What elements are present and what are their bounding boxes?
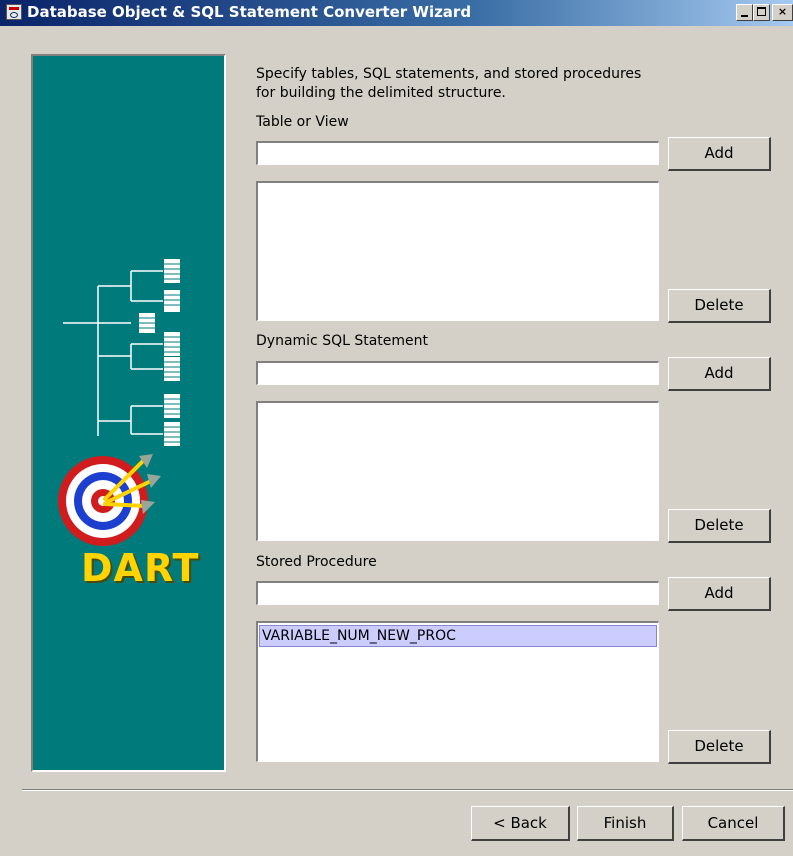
minimize-button[interactable] [736, 4, 753, 21]
title-bar[interactable]: Database Object & SQL Statement Converte… [0, 0, 793, 26]
instructions-text: Specify tables, SQL statements, and stor… [256, 65, 716, 103]
dynamic-sql-input[interactable] [256, 361, 659, 385]
dynamic-sql-label: Dynamic SQL Statement [256, 333, 429, 349]
sql-add-button[interactable]: Add [668, 357, 771, 391]
table-delete-button[interactable]: Delete [668, 289, 771, 323]
wizard-window: Database Object & SQL Statement Converte… [0, 0, 793, 856]
proc-list[interactable]: VARIABLE_NUM_NEW_PROC [256, 621, 659, 762]
table-or-view-label: Table or View [256, 114, 349, 130]
instructions-line-1: Specify tables, SQL statements, and stor… [256, 66, 642, 82]
back-button[interactable]: < Back [471, 806, 570, 841]
window-title: Database Object & SQL Statement Converte… [27, 3, 472, 21]
stored-procedure-input[interactable] [256, 581, 659, 605]
stored-procedure-label: Stored Procedure [256, 554, 377, 570]
maximize-icon [757, 7, 766, 16]
maximize-button[interactable] [753, 4, 770, 21]
dart-logo: DART [81, 546, 200, 590]
finish-button[interactable]: Finish [577, 806, 674, 841]
instructions-line-2: for building the delimited structure. [256, 85, 506, 101]
wizard-side-panel: DART [31, 54, 226, 772]
footer-separator [22, 789, 793, 791]
table-add-button[interactable]: Add [668, 137, 771, 171]
java-app-icon [6, 4, 22, 20]
table-or-view-input[interactable] [256, 141, 659, 165]
table-list[interactable] [256, 181, 659, 321]
proc-delete-button[interactable]: Delete [668, 730, 771, 764]
list-item[interactable]: VARIABLE_NUM_NEW_PROC [259, 625, 657, 647]
minimize-icon [741, 15, 748, 17]
close-button[interactable]: × [772, 4, 793, 21]
dartboard-icon [58, 454, 161, 546]
sql-list[interactable] [256, 401, 659, 541]
proc-add-button[interactable]: Add [668, 577, 771, 611]
close-icon: × [777, 5, 788, 18]
sql-delete-button[interactable]: Delete [668, 509, 771, 543]
cancel-button[interactable]: Cancel [682, 806, 785, 841]
